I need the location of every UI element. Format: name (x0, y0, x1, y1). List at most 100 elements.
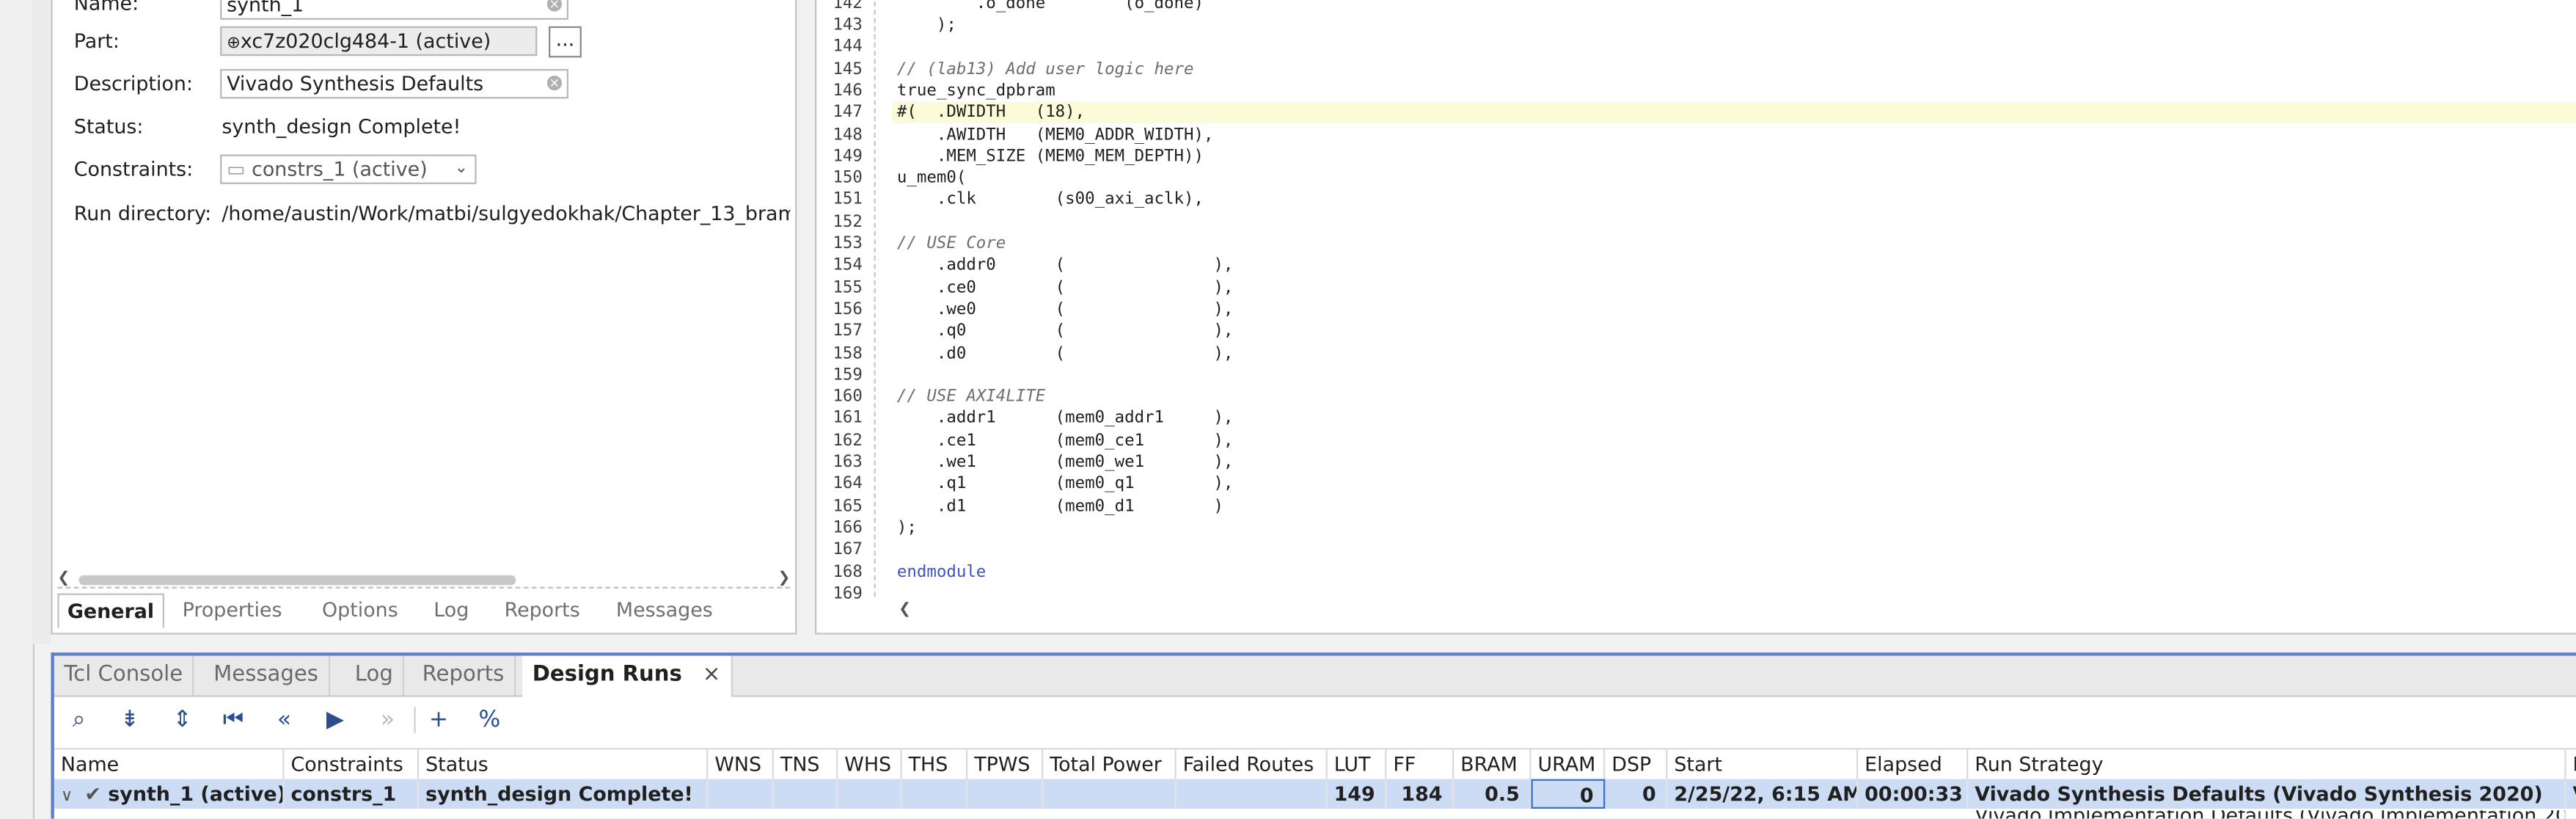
chevron-down-icon[interactable]: ∨ (61, 787, 73, 806)
col-tpws[interactable]: TPWS (967, 749, 1044, 779)
code-line[interactable]: 146 true_sync_dpbram (816, 81, 2576, 103)
tab-log[interactable]: Log (433, 594, 469, 627)
description-field[interactable]: Vivado Synthesis Defaults × (220, 69, 568, 99)
line-number: 158 (833, 344, 863, 363)
run-icon[interactable]: ▶ (319, 704, 352, 737)
line-number: 155 (833, 278, 863, 297)
code-text: .q1 (mem0_q1 ), (896, 475, 1234, 494)
line-number: 149 (833, 148, 863, 166)
col-lut[interactable]: LUT (1328, 749, 1387, 779)
part-browse-button[interactable]: ... (549, 26, 582, 58)
code-line[interactable]: 158 .d0 ( ), (816, 343, 2576, 365)
tab-general[interactable]: General (57, 593, 164, 628)
search-icon[interactable]: ⌕ (62, 704, 95, 737)
code-line[interactable]: 169 (816, 583, 2576, 605)
tab-messages[interactable]: Messages (204, 655, 330, 696)
name-value: synth_1 (227, 0, 304, 17)
report-strategy-cell: V (2566, 779, 2576, 809)
run-name-cell[interactable]: ∨ ✔ synth_1 (active) (54, 779, 285, 809)
clear-icon[interactable]: × (546, 0, 563, 12)
add-icon[interactable]: + (422, 704, 455, 737)
tab-reports[interactable]: Reports (412, 655, 516, 696)
tab-tcl-console[interactable]: Tcl Console (54, 655, 194, 696)
code-line[interactable]: 159 (816, 365, 2576, 387)
scroll-left-icon[interactable]: ❮ (57, 570, 70, 586)
tab-properties[interactable]: Properties (183, 594, 282, 627)
next-icon[interactable]: » (371, 704, 404, 737)
col-ff[interactable]: FF (1386, 749, 1455, 779)
code-line[interactable]: 165 .d1 (mem0_d1 ) (816, 496, 2576, 518)
line-number: 151 (833, 191, 863, 210)
col-start[interactable]: Start (1667, 749, 1859, 779)
scroll-left-icon[interactable]: ❮ (899, 602, 911, 618)
code-line[interactable]: 156 .we0 ( ), (816, 299, 2576, 321)
col-tns[interactable]: TNS (774, 749, 838, 779)
col-whs[interactable]: WHS (838, 749, 902, 779)
first-icon[interactable]: ⏮ (217, 704, 250, 737)
clear-icon[interactable]: × (546, 76, 563, 91)
code-line[interactable]: 160 // USE AXI4LITE (816, 387, 2576, 409)
expand-all-icon[interactable]: ⇕ (166, 704, 199, 737)
left-side-strip (0, 0, 35, 819)
col-wns[interactable]: WNS (708, 749, 774, 779)
col-total-power[interactable]: Total Power (1043, 749, 1177, 779)
code-line[interactable]: 152 (816, 211, 2576, 233)
uram-cell[interactable]: 0 (1531, 779, 1606, 809)
close-icon[interactable]: × (703, 663, 720, 688)
col-elapsed[interactable]: Elapsed (1858, 749, 1969, 779)
status-label: Status: (73, 114, 144, 139)
code-line[interactable]: 167 (816, 539, 2576, 561)
code-line[interactable]: 155 .ce0 ( ), (816, 277, 2576, 299)
col-run-strategy[interactable]: Run Strategy (1968, 749, 2566, 779)
code-line[interactable]: 147 #( .DWIDTH (18), (833, 102, 2576, 125)
code-line[interactable]: 168 endmodule (816, 561, 2576, 583)
code-line[interactable]: 142 .o_done (o_done) (816, 0, 2576, 15)
scrollbar-thumb[interactable] (78, 575, 516, 586)
code-line[interactable]: 148 .AWIDTH (MEM0_ADDR_WIDTH), (816, 124, 2576, 146)
properties-horizontal-scrollbar[interactable]: ❮ ❯ (57, 570, 790, 589)
part-field[interactable]: ⊕xc7z020clg484-1 (active) (220, 26, 538, 57)
col-uram[interactable]: URAM (1531, 749, 1606, 779)
code-line[interactable]: 163 .we1 (mem0_we1 ), (816, 452, 2576, 474)
col-constraints[interactable]: Constraints (284, 749, 420, 779)
code-line[interactable]: 144 (816, 37, 2576, 59)
code-text: // (lab13) Add user logic here (896, 59, 1194, 79)
code-line[interactable]: 166); (816, 517, 2576, 539)
constraints-dropdown[interactable]: ▭ constrs_1 (active) ⌄ (220, 154, 477, 184)
name-label: Name: (73, 0, 139, 15)
col-bram[interactable]: BRAM (1454, 749, 1532, 779)
editor-horizontal-scrollbar[interactable]: ❮ (899, 602, 2575, 619)
code-line[interactable]: 150 u_mem0( (816, 168, 2576, 190)
part-value: xc7z020clg484-1 (active) (240, 29, 491, 53)
col-ths[interactable]: THS (902, 749, 968, 779)
percent-icon[interactable]: % (473, 704, 506, 737)
tab-log[interactable]: Log (345, 655, 405, 696)
code-line[interactable]: 161 .addr1 (mem0_addr1 ), (816, 408, 2576, 430)
col-name[interactable]: Name (54, 749, 285, 779)
tab-options[interactable]: Options (322, 594, 398, 627)
code-line[interactable]: 145 // (lab13) Add user logic here (816, 59, 2576, 81)
constraints-cell: constrs_1 (284, 779, 420, 809)
col-status[interactable]: Status (419, 749, 709, 779)
tab-design-runs[interactable]: Design Runs × (522, 655, 733, 697)
collapse-all-icon[interactable]: ⇟ (114, 704, 147, 737)
col-report-strategy[interactable]: R (2566, 749, 2576, 779)
code-line[interactable]: 162 .ce1 (mem0_ce1 ), (816, 430, 2576, 452)
code-line[interactable]: 151 .clk (s00_axi_aclk), (816, 189, 2576, 211)
col-dsp[interactable]: DSP (1605, 749, 1668, 779)
code-line[interactable]: 149 .MEM_SIZE (MEM0_MEM_DEPTH)) (816, 146, 2576, 168)
name-field[interactable]: synth_1 × (220, 0, 568, 20)
code-editor[interactable]: 142 .o_done (o_done) 143 ); 144 145// (lab1… (814, 0, 2576, 635)
tab-reports[interactable]: Reports (505, 594, 580, 627)
code-line[interactable]: 157 .q0 ( ), (816, 321, 2576, 343)
code-line[interactable]: 164 .q1 (mem0_q1 ), (816, 474, 2576, 496)
code-line[interactable]: 154 .addr0 ( ), (816, 255, 2576, 277)
code-line[interactable]: 153 // USE Core (816, 233, 2576, 255)
col-failed-routes[interactable]: Failed Routes (1177, 749, 1328, 779)
code-line[interactable]: 143 ); (816, 15, 2576, 37)
table-row[interactable]: Vivado Implementation Defaults (Vivado I… (54, 810, 2576, 819)
previous-icon[interactable]: « (268, 704, 301, 737)
table-row[interactable]: ∨ ✔ synth_1 (active) constrs_1 synth_des… (54, 779, 2576, 809)
tab-messages[interactable]: Messages (616, 594, 713, 627)
scroll-right-icon[interactable]: ❯ (777, 570, 790, 586)
